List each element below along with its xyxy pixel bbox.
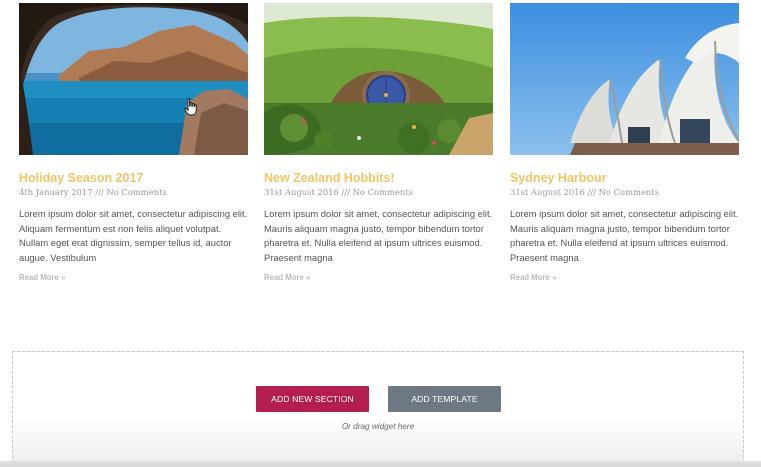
add-section-dropzone[interactable]: ADD NEW SECTION ADD TEMPLATE Or drag wid… [12, 351, 744, 463]
post-thumbnail-image [510, 3, 739, 155]
post-card: New Zealand Hobbits! 31st August 2016 //… [264, 3, 493, 283]
post-excerpt: Lorem ipsum dolor sit amet, consectetur … [19, 208, 248, 263]
post-meta: 31st August 2016 /// No Comments [510, 187, 659, 197]
post-meta: 31st August 2016 /// No Comments [264, 187, 413, 197]
post-thumbnail-cave-sea[interactable] [19, 3, 248, 155]
hand-pointer-icon [184, 98, 197, 116]
post-thumbnail-hobbit-hole[interactable] [264, 3, 493, 155]
drag-widget-hint: Or drag widget here [341, 422, 415, 431]
bottom-divider [0, 461, 761, 467]
posts-grid: Holiday Season 2017 4th January 2017 ///… [19, 3, 739, 283]
post-thumbnail-opera-house[interactable] [510, 3, 739, 155]
post-title[interactable]: New Zealand Hobbits! [264, 171, 493, 185]
post-title[interactable]: Holiday Season 2017 [19, 171, 248, 185]
post-thumbnail-image [19, 3, 248, 155]
post-title[interactable]: Sydney Harbour [510, 171, 739, 185]
add-template-button[interactable]: ADD TEMPLATE [388, 386, 501, 412]
read-more-link[interactable]: Read More » [264, 273, 493, 283]
post-card: Sydney Harbour 31st August 2016 /// No C… [510, 3, 739, 283]
add-new-section-button[interactable]: ADD NEW SECTION [256, 386, 369, 412]
post-excerpt: Lorem ipsum dolor sit amet, consectetur … [510, 208, 739, 263]
post-card: Holiday Season 2017 4th January 2017 ///… [19, 3, 248, 283]
read-more-link[interactable]: Read More » [510, 273, 739, 283]
post-meta: 4th January 2017 /// No Comments [19, 187, 167, 197]
post-thumbnail-image [264, 3, 493, 155]
read-more-link[interactable]: Read More » [19, 273, 248, 283]
post-excerpt: Lorem ipsum dolor sit amet, consectetur … [264, 208, 493, 263]
